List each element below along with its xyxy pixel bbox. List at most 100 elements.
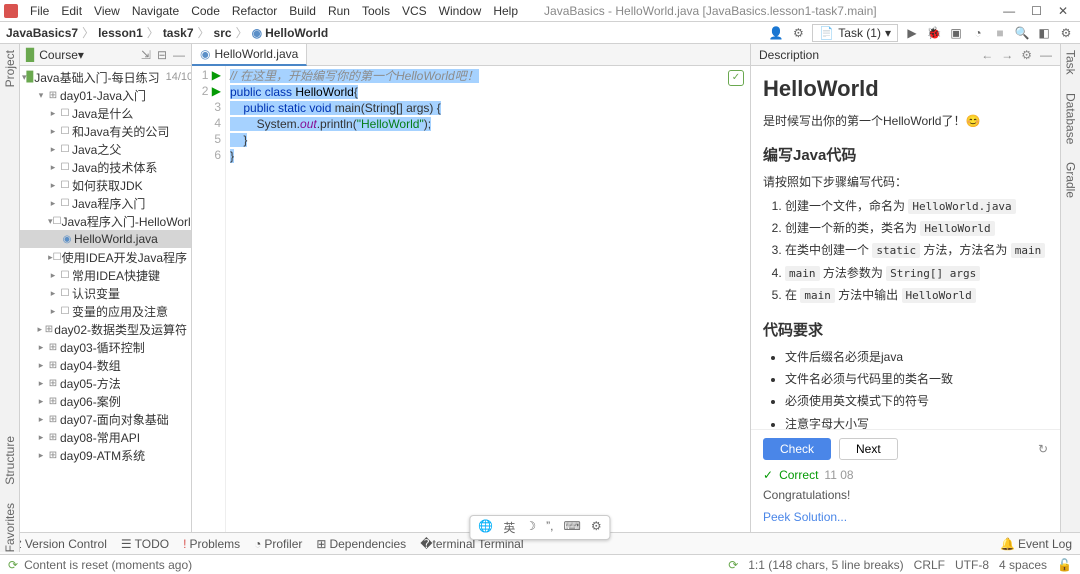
right-tool-strip: Task Database Gradle — [1060, 44, 1080, 532]
tree-item[interactable]: ▸⊞day07-面向对象基础 — [20, 410, 191, 428]
ime-item[interactable]: ⚙ — [591, 519, 602, 536]
next-button[interactable]: Next — [839, 438, 898, 460]
section-heading: 编写Java代码 — [763, 144, 1048, 165]
tree-item[interactable]: ▾☐Java程序入门-HelloWorld — [20, 212, 191, 230]
tree-item[interactable]: ▸☐认识变量 — [20, 284, 191, 302]
line-ending[interactable]: CRLF — [914, 558, 945, 572]
ime-item[interactable]: 🌐 — [478, 519, 493, 536]
ime-item[interactable]: ⌨ — [563, 519, 580, 536]
ide-settings-icon[interactable]: ⚙ — [1058, 25, 1074, 41]
menu-build[interactable]: Build — [283, 2, 322, 20]
status-sync2-icon[interactable]: ⟳ — [728, 558, 738, 572]
caret-position[interactable]: 1:1 (148 chars, 5 line breaks) — [748, 558, 903, 572]
tree-item[interactable]: ▸☐常用IDEA快捷键 — [20, 266, 191, 284]
breadcrumb-item[interactable]: JavaBasics7 — [6, 26, 78, 40]
tree-item[interactable]: ▸☐如何获取JDK — [20, 176, 191, 194]
tree-item[interactable]: ▸⊞day06-案例 — [20, 392, 191, 410]
gradle-tool[interactable]: Gradle — [1064, 162, 1078, 198]
breadcrumb-item[interactable]: ◉HelloWorld — [252, 26, 329, 40]
hide-icon[interactable]: — — [173, 48, 185, 62]
tree-item[interactable]: ▸☐Java是什么 — [20, 104, 191, 122]
editor-tab[interactable]: ◉ HelloWorld.java — [192, 44, 307, 66]
result-status: ✓ Correct 11 08 — [763, 468, 1048, 482]
course-tree[interactable]: ▾▉Java基础入门-每日练习14/109▾⊞day01-Java入门▸☐Jav… — [20, 66, 191, 532]
panel-hide-icon[interactable]: — — [1040, 48, 1052, 62]
tree-item[interactable]: ▸⊞day03-循环控制 — [20, 338, 191, 356]
project-structure-icon[interactable]: ◧ — [1036, 25, 1052, 41]
profile-icon[interactable]: ◔ — [970, 25, 986, 41]
tree-item[interactable]: ▸⊞day04-数组 — [20, 356, 191, 374]
tree-root[interactable]: ▾▉Java基础入门-每日练习14/109 — [20, 68, 191, 86]
tree-item[interactable]: ▸⊞day08-常用API — [20, 428, 191, 446]
tree-item[interactable]: ▸☐Java的技术体系 — [20, 158, 191, 176]
todo-tool[interactable]: ☰ TODO — [121, 537, 169, 551]
problems-tool[interactable]: ! Problems — [183, 537, 240, 551]
favorites-tool[interactable]: Favorites — [3, 503, 17, 552]
maximize-icon[interactable]: ☐ — [1031, 4, 1042, 18]
task-dropdown[interactable]: 📄 Task (1) ▾ — [812, 24, 898, 42]
minimize-icon[interactable]: — — [1003, 4, 1015, 18]
close-icon[interactable]: ✕ — [1058, 4, 1068, 18]
menu-refactor[interactable]: Refactor — [226, 2, 283, 20]
menu-vcs[interactable]: VCS — [396, 2, 433, 20]
panel-settings-icon[interactable]: ⚙ — [1021, 48, 1032, 62]
add-user-icon[interactable]: 👤 — [768, 25, 784, 41]
menu-code[interactable]: Code — [185, 2, 226, 20]
tree-item[interactable]: ▸☐Java程序入门 — [20, 194, 191, 212]
tree-item[interactable]: ▸⊞day02-数据类型及运算符 — [20, 320, 191, 338]
profiler-tool[interactable]: ◔ Profiler — [254, 537, 302, 551]
menu-window[interactable]: Window — [433, 2, 488, 20]
breadcrumb-item[interactable]: task7 — [163, 26, 194, 40]
tree-item[interactable]: ◉HelloWorld.java — [20, 230, 191, 248]
tree-item[interactable]: ▸☐和Java有关的公司 — [20, 122, 191, 140]
breadcrumb-item[interactable]: lesson1 — [98, 26, 143, 40]
tree-item[interactable]: ▸⊞day09-ATM系统 — [20, 446, 191, 464]
code-area[interactable]: 1 ▶2 ▶3456 ✓ // 在这里，开始编写你的第一个HelloWorld吧… — [192, 66, 750, 532]
breadcrumb: JavaBasics7〉lesson1〉task7〉src〉◉HelloWorl… — [0, 22, 1080, 44]
task-tool[interactable]: Task — [1064, 50, 1078, 75]
menu-tools[interactable]: Tools — [356, 2, 396, 20]
coverage-icon[interactable]: ▣ — [948, 25, 964, 41]
indent[interactable]: 4 spaces — [999, 558, 1047, 572]
dependencies-tool[interactable]: ⊞ Dependencies — [316, 537, 406, 551]
settings-icon[interactable]: ⚙ — [790, 25, 806, 41]
back-icon[interactable]: ← — [981, 48, 993, 62]
menu-file[interactable]: File — [24, 2, 55, 20]
status-sync-icon[interactable]: ⟳ — [8, 558, 18, 572]
step-item: 在 main 方法中输出 HelloWorld — [785, 286, 1048, 305]
expand-icon[interactable]: ⇲ — [141, 48, 151, 62]
menu-help[interactable]: Help — [487, 2, 524, 20]
run-icon[interactable]: ▶ — [904, 25, 920, 41]
menu-run[interactable]: Run — [322, 2, 356, 20]
tree-item[interactable]: ▸☐Java之父 — [20, 140, 191, 158]
event-log[interactable]: 🔔 Event Log — [1000, 537, 1072, 551]
tree-item[interactable]: ▸☐变量的应用及注意 — [20, 302, 191, 320]
ime-toolbar[interactable]: 🌐 英 ☽ ”, ⌨ ⚙ — [469, 515, 610, 540]
readonly-icon[interactable]: 🔓 — [1057, 558, 1072, 572]
search-icon[interactable]: 🔍 — [1014, 25, 1030, 41]
tree-item[interactable]: ▸⊞day05-方法 — [20, 374, 191, 392]
peek-solution-link[interactable]: Peek Solution... — [763, 510, 1048, 524]
encoding[interactable]: UTF-8 — [955, 558, 989, 572]
menu-edit[interactable]: Edit — [55, 2, 88, 20]
structure-tool[interactable]: Structure — [3, 436, 17, 485]
tree-item[interactable]: ▸☐使用IDEA开发Java程序 — [20, 248, 191, 266]
breadcrumb-item[interactable]: src — [214, 26, 232, 40]
ime-item[interactable]: ☽ — [525, 519, 536, 536]
sidebar-title: Course — [39, 48, 78, 62]
stop-icon[interactable]: ■ — [992, 25, 1008, 41]
check-button[interactable]: Check — [763, 438, 831, 460]
menu-view[interactable]: View — [88, 2, 126, 20]
vcs-tool[interactable]: ⎇ Version Control — [8, 537, 107, 551]
debug-icon[interactable]: 🐞 — [926, 25, 942, 41]
database-tool[interactable]: Database — [1064, 93, 1078, 144]
ime-item[interactable]: ”, — [546, 519, 553, 536]
forward-icon[interactable]: → — [1001, 48, 1013, 62]
project-tool[interactable]: Project — [3, 50, 17, 87]
collapse-icon[interactable]: ⊟ — [157, 48, 167, 62]
description-tab[interactable]: Description — [759, 48, 819, 62]
menu-navigate[interactable]: Navigate — [126, 2, 185, 20]
tree-item[interactable]: ▾⊞day01-Java入门 — [20, 86, 191, 104]
ime-item[interactable]: 英 — [503, 519, 515, 536]
refresh-icon[interactable]: ↻ — [1038, 442, 1048, 456]
